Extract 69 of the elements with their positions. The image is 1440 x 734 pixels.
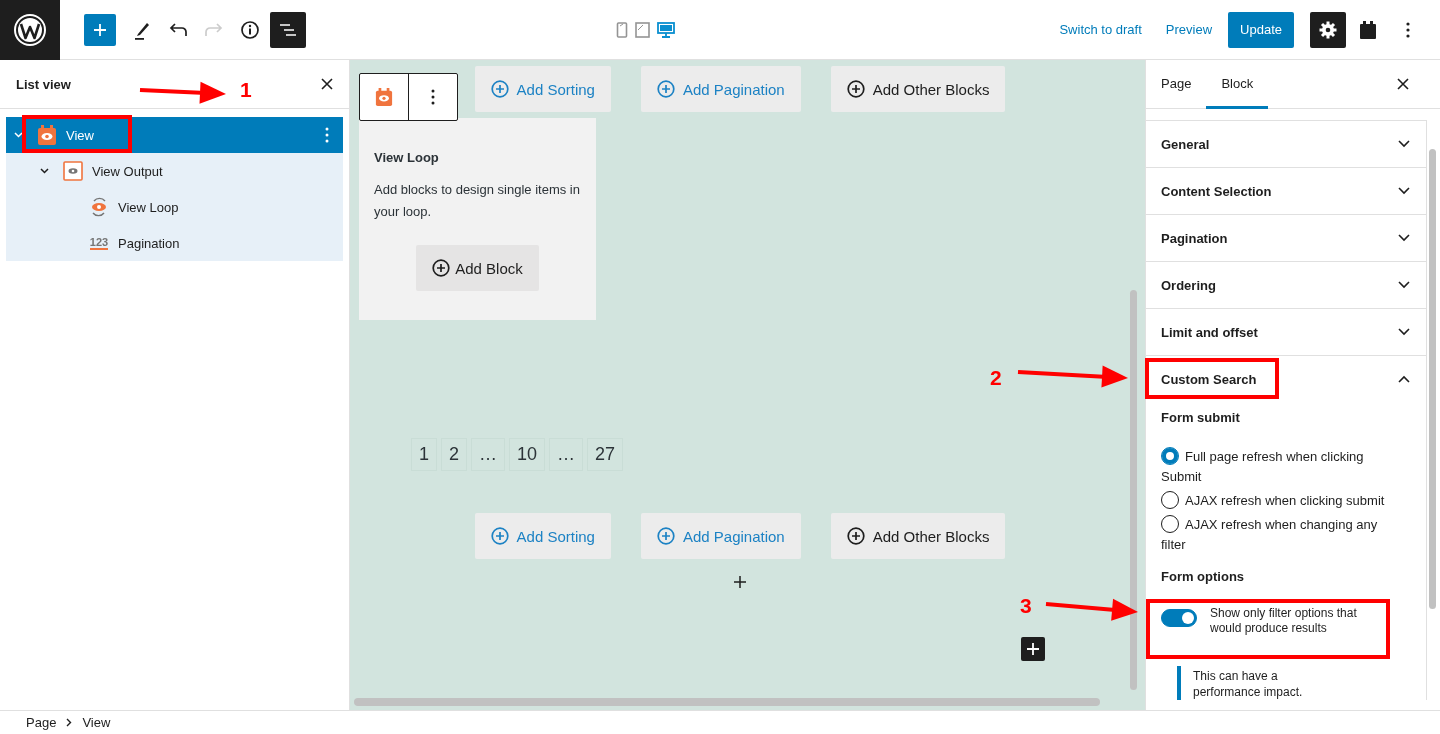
panel-header[interactable]: Limit and offset	[1146, 309, 1426, 355]
breadcrumb-link[interactable]: View	[82, 715, 111, 730]
add-button[interactable]: Add Other Blocks	[830, 66, 1006, 112]
list-view-item[interactable]: View Loop	[6, 189, 343, 225]
settings-icon	[1318, 19, 1338, 40]
plus-circle-icon	[432, 259, 451, 277]
step-number: 1	[240, 78, 252, 102]
toggle-label: Show only filter options that would produce results	[1210, 606, 1358, 636]
notice-text: This can have a performance impact.	[1177, 666, 1386, 700]
scrollbar[interactable]	[354, 698, 1100, 706]
panel-header[interactable]: Pagination	[1146, 215, 1426, 261]
update-button[interactable]: Update	[1228, 11, 1294, 48]
tablet-preview-icon[interactable]	[635, 21, 650, 38]
add-block-button[interactable]	[1021, 637, 1045, 661]
card-title: View Loop	[374, 150, 440, 165]
radio-option[interactable]: Full page refresh when clicking Submit	[1161, 447, 1386, 487]
breadcrumb-link[interactable]: Page	[26, 715, 57, 730]
toolbar-link[interactable]: Preview	[1155, 14, 1223, 45]
plus-icon	[92, 21, 108, 38]
list-view-item[interactable]: View Output	[6, 153, 343, 189]
add-button[interactable]: Add Pagination	[640, 66, 801, 112]
radio-option[interactable]: AJAX refresh when changing any filter	[1161, 515, 1386, 555]
page-number[interactable]: …	[549, 438, 584, 471]
list-view-button[interactable]	[270, 11, 306, 48]
plus-circle-icon	[846, 80, 865, 98]
card-text: Add blocks to design single items in your loop.	[374, 181, 581, 221]
add-button[interactable]: Add Sorting	[474, 66, 611, 112]
plus-circle-icon	[490, 527, 509, 545]
sidebar-tab[interactable]: Page	[1146, 60, 1207, 109]
toggle-switch[interactable]	[1161, 609, 1197, 627]
panel-header[interactable]: Ordering	[1146, 262, 1426, 308]
plus-circle-icon	[656, 527, 675, 545]
page-number[interactable]: 27	[587, 438, 624, 471]
panel-title: List view	[16, 76, 71, 92]
panel-header[interactable]: Custom Search	[1146, 356, 1426, 402]
plus-circle-icon	[656, 80, 675, 98]
list-view-item[interactable]: 123 Pagination	[6, 225, 343, 261]
radio-option[interactable]: AJAX refresh when clicking submit	[1161, 491, 1386, 511]
list-icon	[278, 21, 298, 38]
plus-icon	[1026, 642, 1040, 656]
logo-icon[interactable]	[0, 0, 60, 60]
scrollbar[interactable]	[1130, 290, 1137, 690]
sidebar-tab[interactable]: Block	[1206, 60, 1269, 109]
settings-button[interactable]	[1310, 11, 1346, 48]
page-number[interactable]: …	[471, 438, 506, 471]
add-block-button[interactable]: Add Block	[416, 245, 539, 291]
step-number: 3	[1020, 594, 1032, 618]
close-icon[interactable]	[321, 78, 333, 90]
page-number[interactable]: 2	[441, 438, 468, 471]
desktop-preview-icon[interactable]	[657, 21, 675, 38]
plus-circle-icon	[846, 527, 865, 545]
chevron-icon[interactable]	[40, 168, 49, 174]
plus-circle-icon	[490, 80, 509, 98]
toolbar-link[interactable]: Switch to draft	[1049, 14, 1152, 45]
step-number: 2	[990, 366, 1002, 390]
panel-header[interactable]: General	[1146, 121, 1426, 167]
section-heading: Form options	[1161, 569, 1246, 584]
chevron-icon	[66, 718, 73, 727]
close-icon[interactable]	[1397, 78, 1409, 90]
page-number[interactable]: 1	[411, 438, 437, 471]
add-button[interactable]: Add Sorting	[474, 513, 611, 559]
add-button[interactable]: Add Other Blocks	[830, 513, 1006, 559]
mobile-preview-icon[interactable]	[616, 21, 628, 38]
add-button[interactable]: Add Pagination	[640, 513, 801, 559]
scrollbar[interactable]	[1429, 149, 1436, 609]
eye-icon	[60, 161, 86, 181]
panel-header[interactable]: Content Selection	[1146, 168, 1426, 214]
section-heading: Form submit	[1161, 410, 1241, 425]
page-number[interactable]: 10	[509, 438, 546, 471]
